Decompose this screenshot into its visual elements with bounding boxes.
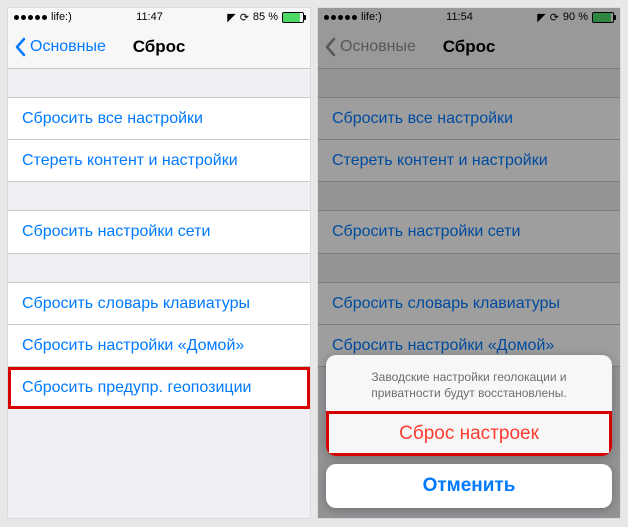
rotation-lock-icon: ⟳ — [240, 11, 249, 24]
signal-icon — [14, 15, 47, 20]
action-sheet-message: Заводские настройки геолокации и приватн… — [326, 355, 612, 411]
cell-reset-all[interactable]: Сбросить все настройки — [8, 97, 310, 140]
nav-bar: Основные Сброс — [8, 26, 310, 69]
battery-pct: 85 % — [253, 11, 278, 23]
back-label: Основные — [30, 38, 106, 56]
cell-reset-network[interactable]: Сбросить настройки сети — [8, 210, 310, 253]
cell-reset-keyboard[interactable]: Сбросить словарь клавиатуры — [8, 282, 310, 325]
cell-reset-location[interactable]: Сбросить предупр. геопозиции — [8, 367, 310, 409]
chevron-left-icon — [14, 37, 26, 57]
cell-erase-content[interactable]: Стереть контент и настройки — [8, 140, 310, 182]
action-sheet: Заводские настройки геолокации и приватн… — [326, 355, 612, 508]
screenshot-left: life:) 11:47 ◤ ⟳ 85 % Основные Сброс — [8, 8, 310, 518]
battery-fill — [283, 13, 300, 22]
battery-icon — [282, 12, 304, 23]
screenshot-right: life:) 11:54 ◤ ⟳ 90 % Основные Сброс — [318, 8, 620, 518]
settings-group: Сбросить словарь клавиатуры Сбросить нас… — [8, 282, 310, 410]
clock: 11:47 — [136, 11, 163, 23]
cell-reset-home[interactable]: Сбросить настройки «Домой» — [8, 325, 310, 367]
settings-group: Сбросить настройки сети — [8, 210, 310, 253]
location-icon: ◤ — [227, 11, 235, 24]
action-sheet-reset-button[interactable]: Сброс настроек — [326, 411, 612, 456]
settings-group: Сбросить все настройки Стереть контент и… — [8, 97, 310, 182]
back-button[interactable]: Основные — [14, 37, 106, 57]
action-sheet-cancel-button[interactable]: Отменить — [326, 464, 612, 508]
carrier-label: life:) — [51, 11, 72, 23]
status-bar: life:) 11:47 ◤ ⟳ 85 % — [8, 8, 310, 26]
